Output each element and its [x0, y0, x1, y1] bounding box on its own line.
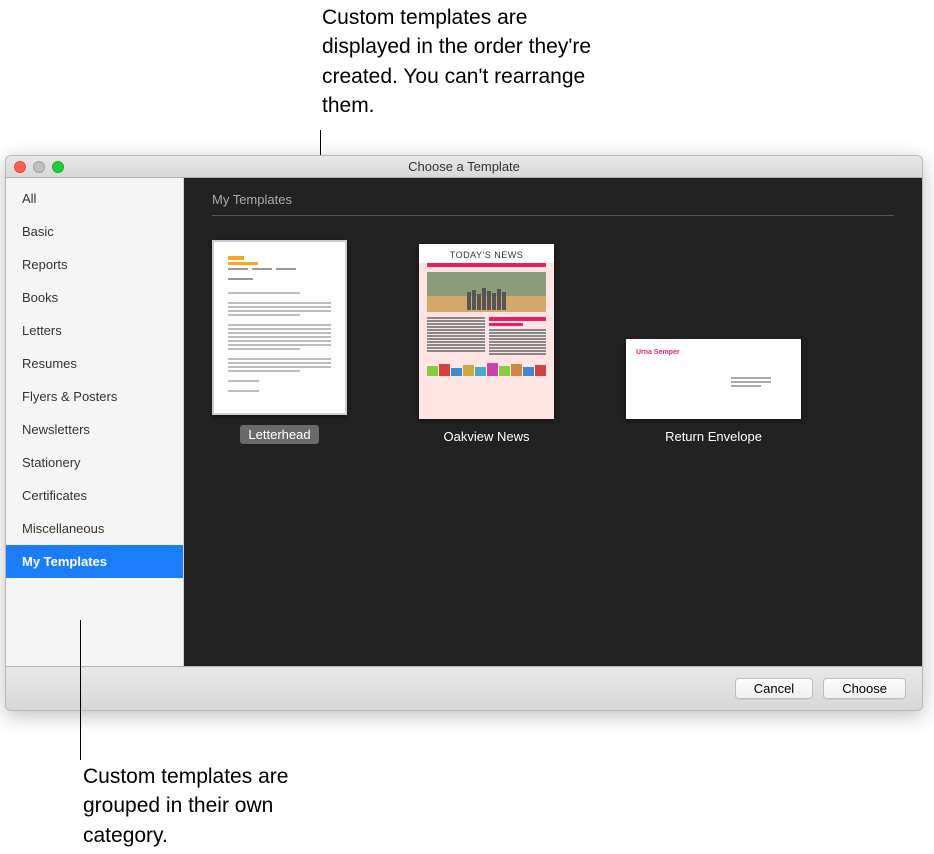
choose-button[interactable]: Choose: [823, 678, 906, 699]
sidebar: All Basic Reports Books Letters Resumes …: [6, 178, 184, 666]
template-grid: My Templates: [184, 178, 922, 666]
template-label: Oakview News: [444, 429, 530, 444]
footer: Cancel Choose: [6, 666, 922, 710]
news-headline: TODAY'S NEWS: [419, 244, 554, 263]
maximize-button[interactable]: [52, 161, 64, 173]
minimize-button[interactable]: [33, 161, 45, 173]
window-title: Choose a Template: [6, 159, 922, 174]
annotation-top: Custom templates are displayed in the or…: [322, 3, 602, 121]
sidebar-item-books[interactable]: Books: [6, 281, 183, 314]
traffic-lights: [6, 161, 64, 173]
callout-line: [80, 620, 81, 760]
sidebar-item-reports[interactable]: Reports: [6, 248, 183, 281]
sidebar-item-letters[interactable]: Letters: [6, 314, 183, 347]
sidebar-item-my-templates[interactable]: My Templates: [6, 545, 183, 578]
template-label: Letterhead: [240, 425, 318, 444]
sidebar-item-flyers-posters[interactable]: Flyers & Posters: [6, 380, 183, 413]
cancel-button[interactable]: Cancel: [735, 678, 813, 699]
thumbnail-return-envelope: Urna Semper: [626, 339, 801, 419]
sidebar-item-resumes[interactable]: Resumes: [6, 347, 183, 380]
template-row: Letterhead TODAY'S NEWS: [212, 240, 894, 444]
template-chooser-window: Choose a Template All Basic Reports Book…: [5, 155, 923, 711]
template-label: Return Envelope: [665, 429, 762, 444]
thumbnail-oakview-news: TODAY'S NEWS: [419, 244, 554, 419]
section-title: My Templates: [212, 192, 894, 216]
sidebar-item-newsletters[interactable]: Newsletters: [6, 413, 183, 446]
thumbnail-letterhead: [212, 240, 347, 415]
close-button[interactable]: [14, 161, 26, 173]
window-body: All Basic Reports Books Letters Resumes …: [6, 178, 922, 666]
sidebar-item-stationery[interactable]: Stationery: [6, 446, 183, 479]
sidebar-item-certificates[interactable]: Certificates: [6, 479, 183, 512]
template-oakview-news[interactable]: TODAY'S NEWS: [419, 244, 554, 444]
titlebar: Choose a Template: [6, 156, 922, 178]
template-letterhead[interactable]: Letterhead: [212, 240, 347, 444]
sidebar-item-basic[interactable]: Basic: [6, 215, 183, 248]
annotation-bottom: Custom templates are grouped in their ow…: [83, 762, 363, 850]
template-return-envelope[interactable]: Urna Semper Return Envelope: [626, 339, 801, 444]
sidebar-item-miscellaneous[interactable]: Miscellaneous: [6, 512, 183, 545]
sidebar-item-all[interactable]: All: [6, 182, 183, 215]
envelope-name: Urna Semper: [636, 349, 791, 357]
